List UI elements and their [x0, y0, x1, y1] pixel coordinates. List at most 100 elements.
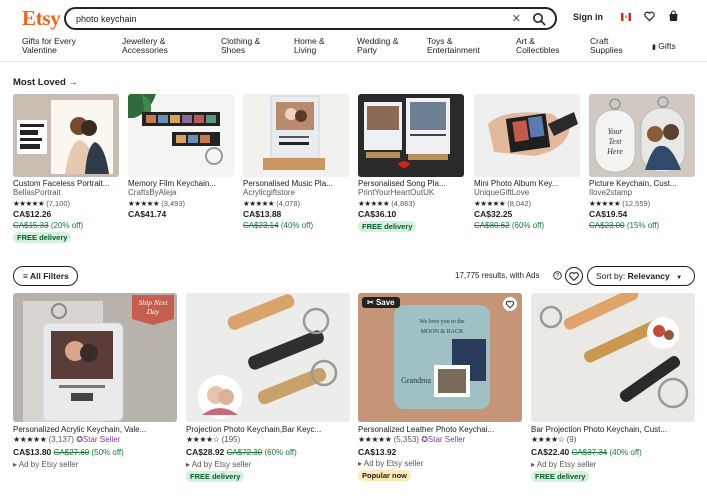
product-image[interactable] — [13, 94, 119, 177]
nav-toys[interactable]: Toys & Entertainment — [427, 37, 497, 55]
strike-price: CA$27.60 — [53, 448, 90, 457]
price: CA$13.80 — [13, 447, 52, 457]
most-loved-card[interactable]: Mini Photo Album Key... UniqueGiftLove ★… — [474, 94, 580, 231]
info-icon[interactable]: ? — [553, 271, 562, 280]
strike-price: CA$72.30 — [226, 448, 263, 457]
heart-icon — [505, 300, 515, 309]
svg-text:We love you to the: We love you to the — [419, 319, 465, 325]
nav-divider — [0, 61, 707, 62]
most-loved-card[interactable]: Personalised Music Pla... Acrylicgiftsto… — [243, 94, 349, 231]
canada-flag-icon[interactable] — [621, 13, 631, 21]
shop-name: UniqueGiftLove — [474, 188, 530, 197]
caret-down-icon: ▼ — [676, 275, 683, 281]
save-search-button[interactable] — [565, 267, 583, 285]
popular-now-badge: Popular now — [358, 470, 411, 481]
listing-image[interactable] — [186, 293, 350, 422]
listing-card[interactable]: We love you to the MOON & BACK Grandma ✂ S… — [358, 293, 522, 481]
svg-text:MOON & BACK: MOON & BACK — [421, 329, 464, 335]
listing-image[interactable]: We love you to the MOON & BACK Grandma ✂ S… — [358, 293, 522, 422]
listing-card[interactable]: Bar Projection Photo Keychain, Cust... ★… — [531, 293, 695, 482]
most-loved-card[interactable]: Personalised Song Pla... PrintYourHeartO… — [358, 94, 464, 232]
review-count: (195) — [221, 435, 241, 444]
search-icon[interactable] — [532, 12, 546, 26]
favorite-button[interactable] — [503, 297, 517, 311]
shop-name: PrintYourHeartOutUK — [358, 188, 435, 197]
sort-dropdown[interactable]: Sort by: Relevancy ▼ — [587, 266, 695, 286]
svg-text:Here: Here — [606, 147, 623, 156]
strike-price: CA$15.33 — [13, 221, 49, 230]
original-price: CA$15.33 (20% off) — [13, 220, 119, 231]
cart-icon[interactable] — [668, 10, 679, 22]
listing-title: Projection Photo Keychain,Bar Keyc... — [186, 425, 322, 434]
etsy-logo[interactable]: Etsy — [22, 6, 61, 31]
ad-text: Ad by Etsy seller — [363, 459, 424, 468]
most-loved-heading[interactable]: Most Loved → — [13, 77, 78, 88]
ad-label: ▸ Ad by Etsy seller — [358, 458, 522, 469]
clear-search-icon[interactable]: ✕ — [512, 12, 521, 25]
star-rating-icon: ★★★★★ — [13, 199, 45, 208]
rating: ★★★★★ (4,078) — [243, 198, 349, 209]
ad-icon: ▸ — [358, 459, 363, 468]
product-image[interactable]: Your Text Here — [589, 94, 695, 177]
nav-clothing[interactable]: Clothing & Shoes — [221, 37, 271, 55]
product-title: Personalised Music Pla... — [243, 179, 333, 188]
star-rating-icon: ★★★★★ — [589, 199, 621, 208]
search-input[interactable] — [76, 12, 496, 26]
star-rating-icon: ★★★★★ — [13, 435, 47, 444]
product-image[interactable] — [243, 94, 349, 177]
ad-label: ▸ Ad by Etsy seller — [13, 459, 177, 470]
nav-art[interactable]: Art & Collectibles — [516, 37, 572, 55]
listing-title: Personalized Acrylic Keychain, Vale... — [13, 425, 147, 434]
product-image[interactable] — [358, 94, 464, 177]
free-delivery-badge: FREE delivery — [531, 471, 590, 482]
nav-craft-supplies[interactable]: Craft Supplies — [590, 37, 634, 55]
strike-price: CA$23.00 — [589, 221, 625, 230]
nav-gifts-valentine[interactable]: Gifts for Every Valentine — [22, 37, 94, 55]
strike-price: CA$80.62 — [474, 221, 510, 230]
review-count: (3,137) — [48, 435, 74, 444]
results-count: 17,775 results, with Ads — [455, 271, 540, 280]
sort-value: Relevancy — [627, 271, 670, 281]
all-filters-button[interactable]: ≡ All Filters — [13, 266, 78, 286]
strike-price: CA$37.34 — [571, 448, 608, 457]
review-count: (7,100) — [46, 199, 70, 208]
listing-image[interactable]: Ship Next Day — [13, 293, 177, 422]
listing-card[interactable]: Ship Next Day Personalized Acrylic Keych… — [13, 293, 177, 470]
most-loved-card[interactable]: Memory Film Keychain... CraftsByAleja ★★… — [128, 94, 234, 220]
product-image[interactable] — [474, 94, 580, 177]
ad-label: ▸ Ad by Etsy seller — [186, 459, 350, 470]
rating: ★★★★★ (4,863) — [358, 198, 464, 209]
star-rating-icon: ★★★★☆ — [531, 435, 565, 444]
listing-price: CA$13.80 CA$27.60 (50% off) — [13, 446, 177, 459]
sign-in-link[interactable]: Sign in — [573, 12, 603, 22]
favorites-icon[interactable] — [644, 11, 655, 22]
original-price: CA$23.00 (15% off) — [589, 220, 695, 231]
product-image[interactable] — [128, 94, 234, 177]
price: CA$13.92 — [358, 447, 397, 457]
listing-image[interactable] — [531, 293, 695, 422]
original-price: CA$80.62 (60% off) — [474, 220, 580, 231]
rating: ★★★★☆ (195) — [186, 434, 350, 446]
review-count: (8,042) — [507, 199, 531, 208]
nav-jewellery[interactable]: Jewellery & Accessories — [122, 37, 182, 55]
nav-wedding[interactable]: Wedding & Party — [357, 37, 407, 55]
star-seller-icon: ✪ — [76, 435, 83, 444]
star-seller-label: Star Seller — [82, 435, 121, 444]
rating: ★★★★★ (3,493) — [128, 198, 234, 209]
discount: (40% off) — [280, 221, 314, 230]
shop-name: CraftsByAleja — [128, 188, 177, 197]
price: CA$32.25 — [474, 209, 513, 219]
nav-home-living[interactable]: Home & Living — [294, 37, 334, 55]
save-badge: ✂ Save — [362, 297, 400, 308]
ad-icon: ▸ — [531, 460, 536, 469]
nav-gifts[interactable]: ▮ Gifts — [652, 42, 676, 52]
star-rating-icon: ★★★★★ — [243, 199, 275, 208]
discount: (15% off) — [626, 221, 660, 230]
most-loved-card[interactable]: Your Text Here Picture Keychain, Cust... I… — [589, 94, 695, 231]
most-loved-card[interactable]: Custom Faceless Portrait... BellasPortra… — [13, 94, 119, 243]
product-title: Personalised Song Pla... — [358, 179, 446, 188]
review-count: (4,863) — [391, 199, 415, 208]
ship-next-day-ribbon: Ship Next Day — [132, 295, 174, 325]
listing-card[interactable]: Projection Photo Keychain,Bar Keyc... ★★… — [186, 293, 350, 482]
original-price: CA$27.60 (50% off) — [54, 448, 124, 457]
